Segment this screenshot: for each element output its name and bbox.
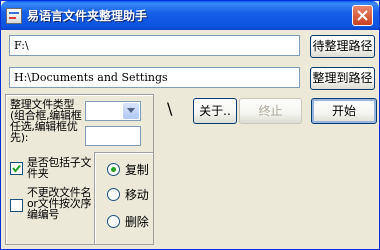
delete-radio[interactable]: [107, 215, 120, 228]
target-path-input[interactable]: H:\Documents and Settings: [9, 67, 300, 88]
keep-name-label: 不更改文件名or文件按次序编编号: [27, 186, 92, 221]
move-radio[interactable]: [107, 188, 120, 201]
include-subfolders-checkbox[interactable]: [10, 162, 23, 175]
app-icon: [6, 8, 22, 24]
about-button[interactable]: 关于..: [193, 98, 237, 124]
mode-group: 复制 移动 删除: [94, 152, 154, 245]
separator-text: \: [167, 99, 173, 118]
include-subfolders-label: 是否包括子文件夹: [27, 156, 92, 180]
sort-type-input[interactable]: [85, 126, 141, 146]
main-window: 易语言文件夹整理助手 F:\ 待整理路径 H:\Documents and Se…: [0, 0, 380, 250]
close-button[interactable]: [352, 5, 373, 26]
close-icon: [357, 10, 368, 21]
stop-button[interactable]: 终止: [239, 98, 302, 124]
keep-name-checkbox[interactable]: [10, 199, 23, 212]
checkmark-icon: [12, 164, 21, 173]
sort-type-label: 整理文件类型(组合框,编辑框任选,编辑框优先):: [10, 98, 82, 144]
move-label: 移动: [125, 188, 149, 202]
chevron-down-icon[interactable]: [123, 103, 139, 119]
start-button[interactable]: 开始: [311, 98, 377, 124]
source-path-input[interactable]: F:\: [9, 35, 300, 56]
source-path-button[interactable]: 待整理路径: [310, 35, 375, 58]
copy-label: 复制: [125, 163, 149, 177]
copy-radio[interactable]: [107, 163, 120, 176]
title-bar[interactable]: 易语言文件夹整理助手: [1, 1, 379, 30]
target-path-button[interactable]: 整理到路径: [310, 67, 375, 90]
window-title: 易语言文件夹整理助手: [27, 9, 148, 23]
delete-label: 删除: [125, 215, 149, 229]
sort-type-combo[interactable]: [85, 101, 141, 121]
